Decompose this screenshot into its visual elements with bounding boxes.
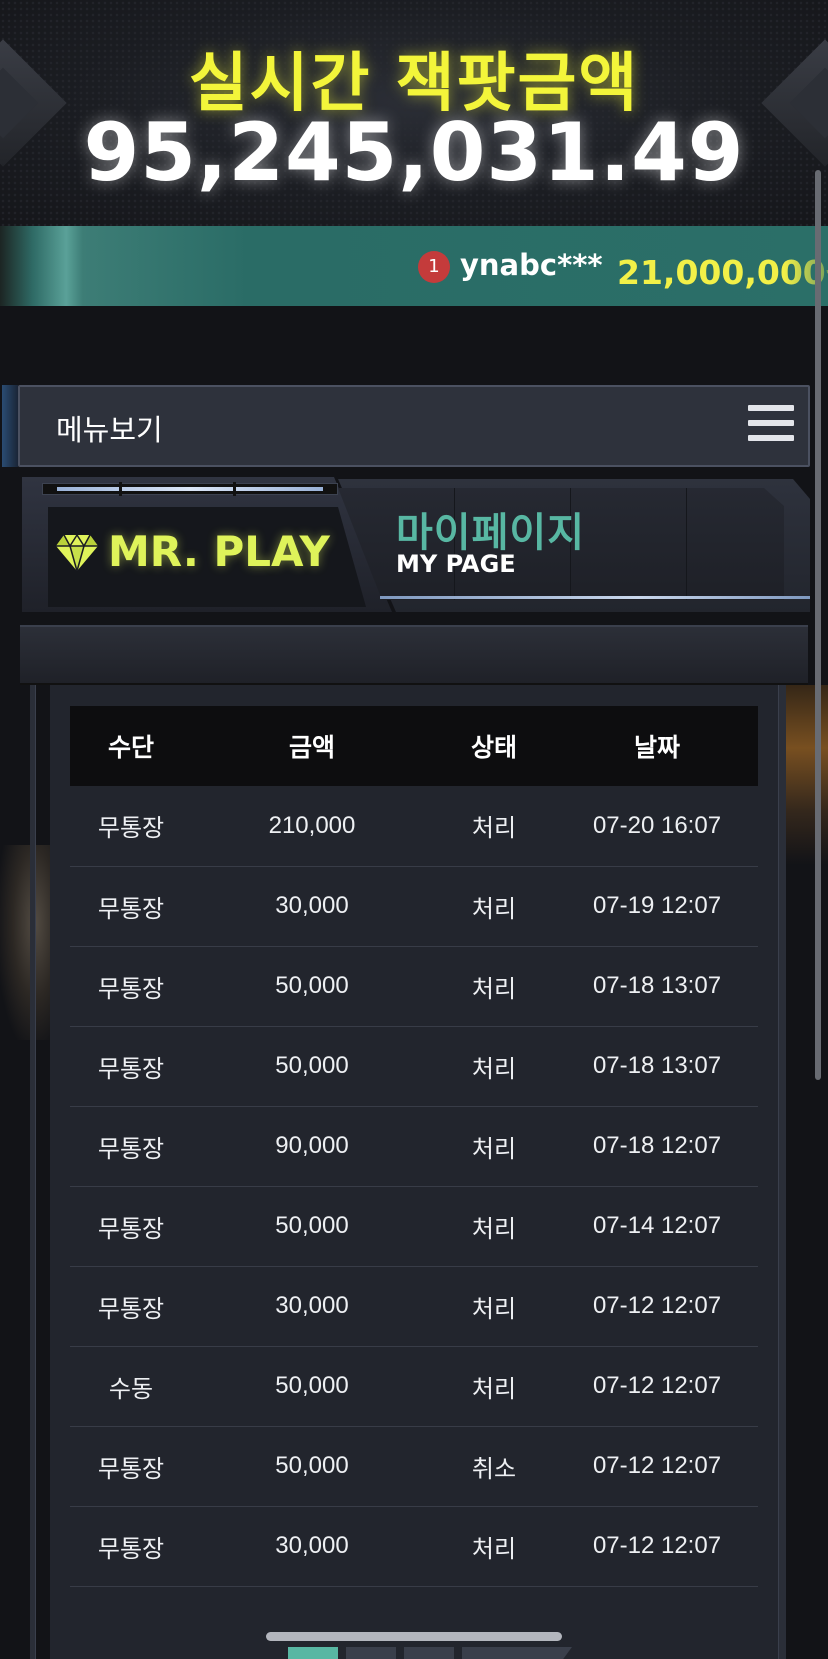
cell-date: 07-18 13:07 <box>592 1052 722 1079</box>
table-row: 무통장 50,000 처리 07-18 13:07 <box>70 1026 758 1106</box>
page-button-current[interactable] <box>288 1647 338 1659</box>
hamburger-icon[interactable] <box>748 405 794 445</box>
column-header-date: 날짜 <box>633 733 680 762</box>
cell-date: 07-12 12:07 <box>592 1532 722 1559</box>
frame-rail-left <box>30 685 36 1659</box>
cell-date: 07-20 16:07 <box>592 811 722 839</box>
cell-status: 처리 <box>471 1534 517 1563</box>
page-button[interactable] <box>404 1647 454 1659</box>
cell-amount: 210,000 <box>268 811 356 839</box>
cell-method: 무통장 <box>97 1214 165 1243</box>
cell-status: 처리 <box>471 894 517 923</box>
cell-status: 처리 <box>471 1294 517 1323</box>
column-header-method: 수단 <box>107 733 154 762</box>
cell-status: 처리 <box>471 1054 517 1083</box>
cell-method: 수동 <box>108 1374 154 1403</box>
frame-rail-right <box>778 685 786 1659</box>
cell-method: 무통장 <box>97 974 165 1003</box>
table-row: 무통장 50,000 처리 07-18 13:07 <box>70 946 758 1026</box>
cell-amount: 50,000 <box>275 1452 349 1479</box>
jackpot-banner: 실시간 잭팟금액 95,245,031.49 <box>0 0 828 226</box>
table-row: 무통장 30,000 처리 07-12 12:07 <box>70 1266 758 1346</box>
cell-date: 07-12 12:07 <box>592 1292 722 1319</box>
menu-bar[interactable]: 메뉴보기 <box>2 385 810 467</box>
table-row: 무통장 30,000 처리 07-12 12:07 <box>70 1506 758 1586</box>
cell-amount: 50,000 <box>275 1212 349 1239</box>
cell-amount: 30,000 <box>275 892 349 919</box>
cell-status: 처리 <box>471 814 517 843</box>
cell-method: 무통장 <box>97 1454 165 1483</box>
diamond-icon <box>56 534 98 572</box>
cell-status: 처리 <box>471 1374 517 1403</box>
cell-amount: 50,000 <box>275 972 349 999</box>
cell-date: 07-18 12:07 <box>592 1132 722 1159</box>
table-row: 무통장 30,000 처리 07-19 12:07 <box>70 866 758 946</box>
page-button[interactable] <box>346 1647 396 1659</box>
ticker-username: ynabc*** <box>460 248 603 282</box>
table-row: 무통장 90,000 처리 07-18 12:07 <box>70 1106 758 1186</box>
cell-date: 07-18 13:07 <box>592 972 722 999</box>
cell-amount: 90,000 <box>275 1132 349 1159</box>
column-header-status: 상태 <box>470 733 517 762</box>
table-row: 무통장 50,000 처리 07-14 12:07 <box>70 1186 758 1266</box>
brand-logo-text[interactable]: MR. PLAY <box>108 527 330 576</box>
cell-amount: 50,000 <box>275 1372 349 1399</box>
cell-date: 07-19 12:07 <box>592 892 722 919</box>
header-light-bar <box>42 482 338 496</box>
cell-method: 무통장 <box>97 1054 165 1083</box>
cell-date: 07-14 12:07 <box>592 1212 722 1239</box>
table-row: 무통장 50,000 취소 07-12 12:07 <box>70 1426 758 1506</box>
cell-date: 07-12 12:07 <box>592 1372 722 1399</box>
header-underline <box>380 596 810 599</box>
cell-amount: 30,000 <box>275 1532 349 1559</box>
cell-status: 처리 <box>471 1214 517 1243</box>
table-row: 무통장 210,000 처리 07-20 16:07 <box>70 786 758 866</box>
page-subtitle: MY PAGE <box>396 550 516 578</box>
menu-label: 메뉴보기 <box>56 413 163 447</box>
ticker-amount: 21,000,000원 <box>617 253 828 292</box>
page-next-button[interactable] <box>462 1647 572 1659</box>
cell-status: 처리 <box>471 974 517 1003</box>
winner-ticker: 1 ynabc*** 21,000,000원 <box>0 226 828 306</box>
cell-status: 취소 <box>471 1454 517 1483</box>
vertical-scrollbar[interactable] <box>815 170 821 1080</box>
rank-badge: 1 <box>418 251 450 283</box>
table-row: 수동 50,000 처리 07-12 12:07 <box>70 1346 758 1426</box>
jackpot-amount: 95,245,031.49 <box>83 106 745 199</box>
cell-status: 처리 <box>471 1134 517 1163</box>
cell-method: 무통장 <box>97 1534 165 1563</box>
cell-method: 무통장 <box>97 894 165 923</box>
deposit-history-table: 수단 금액 상태 날짜 무통장 210,000 처리 07-20 16:07 무… <box>70 706 758 1587</box>
sub-navigation-bar <box>20 625 808 685</box>
cell-method: 무통장 <box>97 1294 165 1323</box>
horizontal-scrollbar[interactable] <box>266 1632 562 1641</box>
cell-method: 무통장 <box>97 814 165 843</box>
table-header-row: 수단 금액 상태 날짜 <box>70 706 758 786</box>
cell-method: 무통장 <box>97 1134 165 1163</box>
column-header-amount: 금액 <box>288 733 335 762</box>
side-character-image <box>0 845 50 1040</box>
cell-amount: 30,000 <box>275 1292 349 1319</box>
cell-amount: 50,000 <box>275 1052 349 1079</box>
cell-date: 07-12 12:07 <box>592 1452 722 1479</box>
